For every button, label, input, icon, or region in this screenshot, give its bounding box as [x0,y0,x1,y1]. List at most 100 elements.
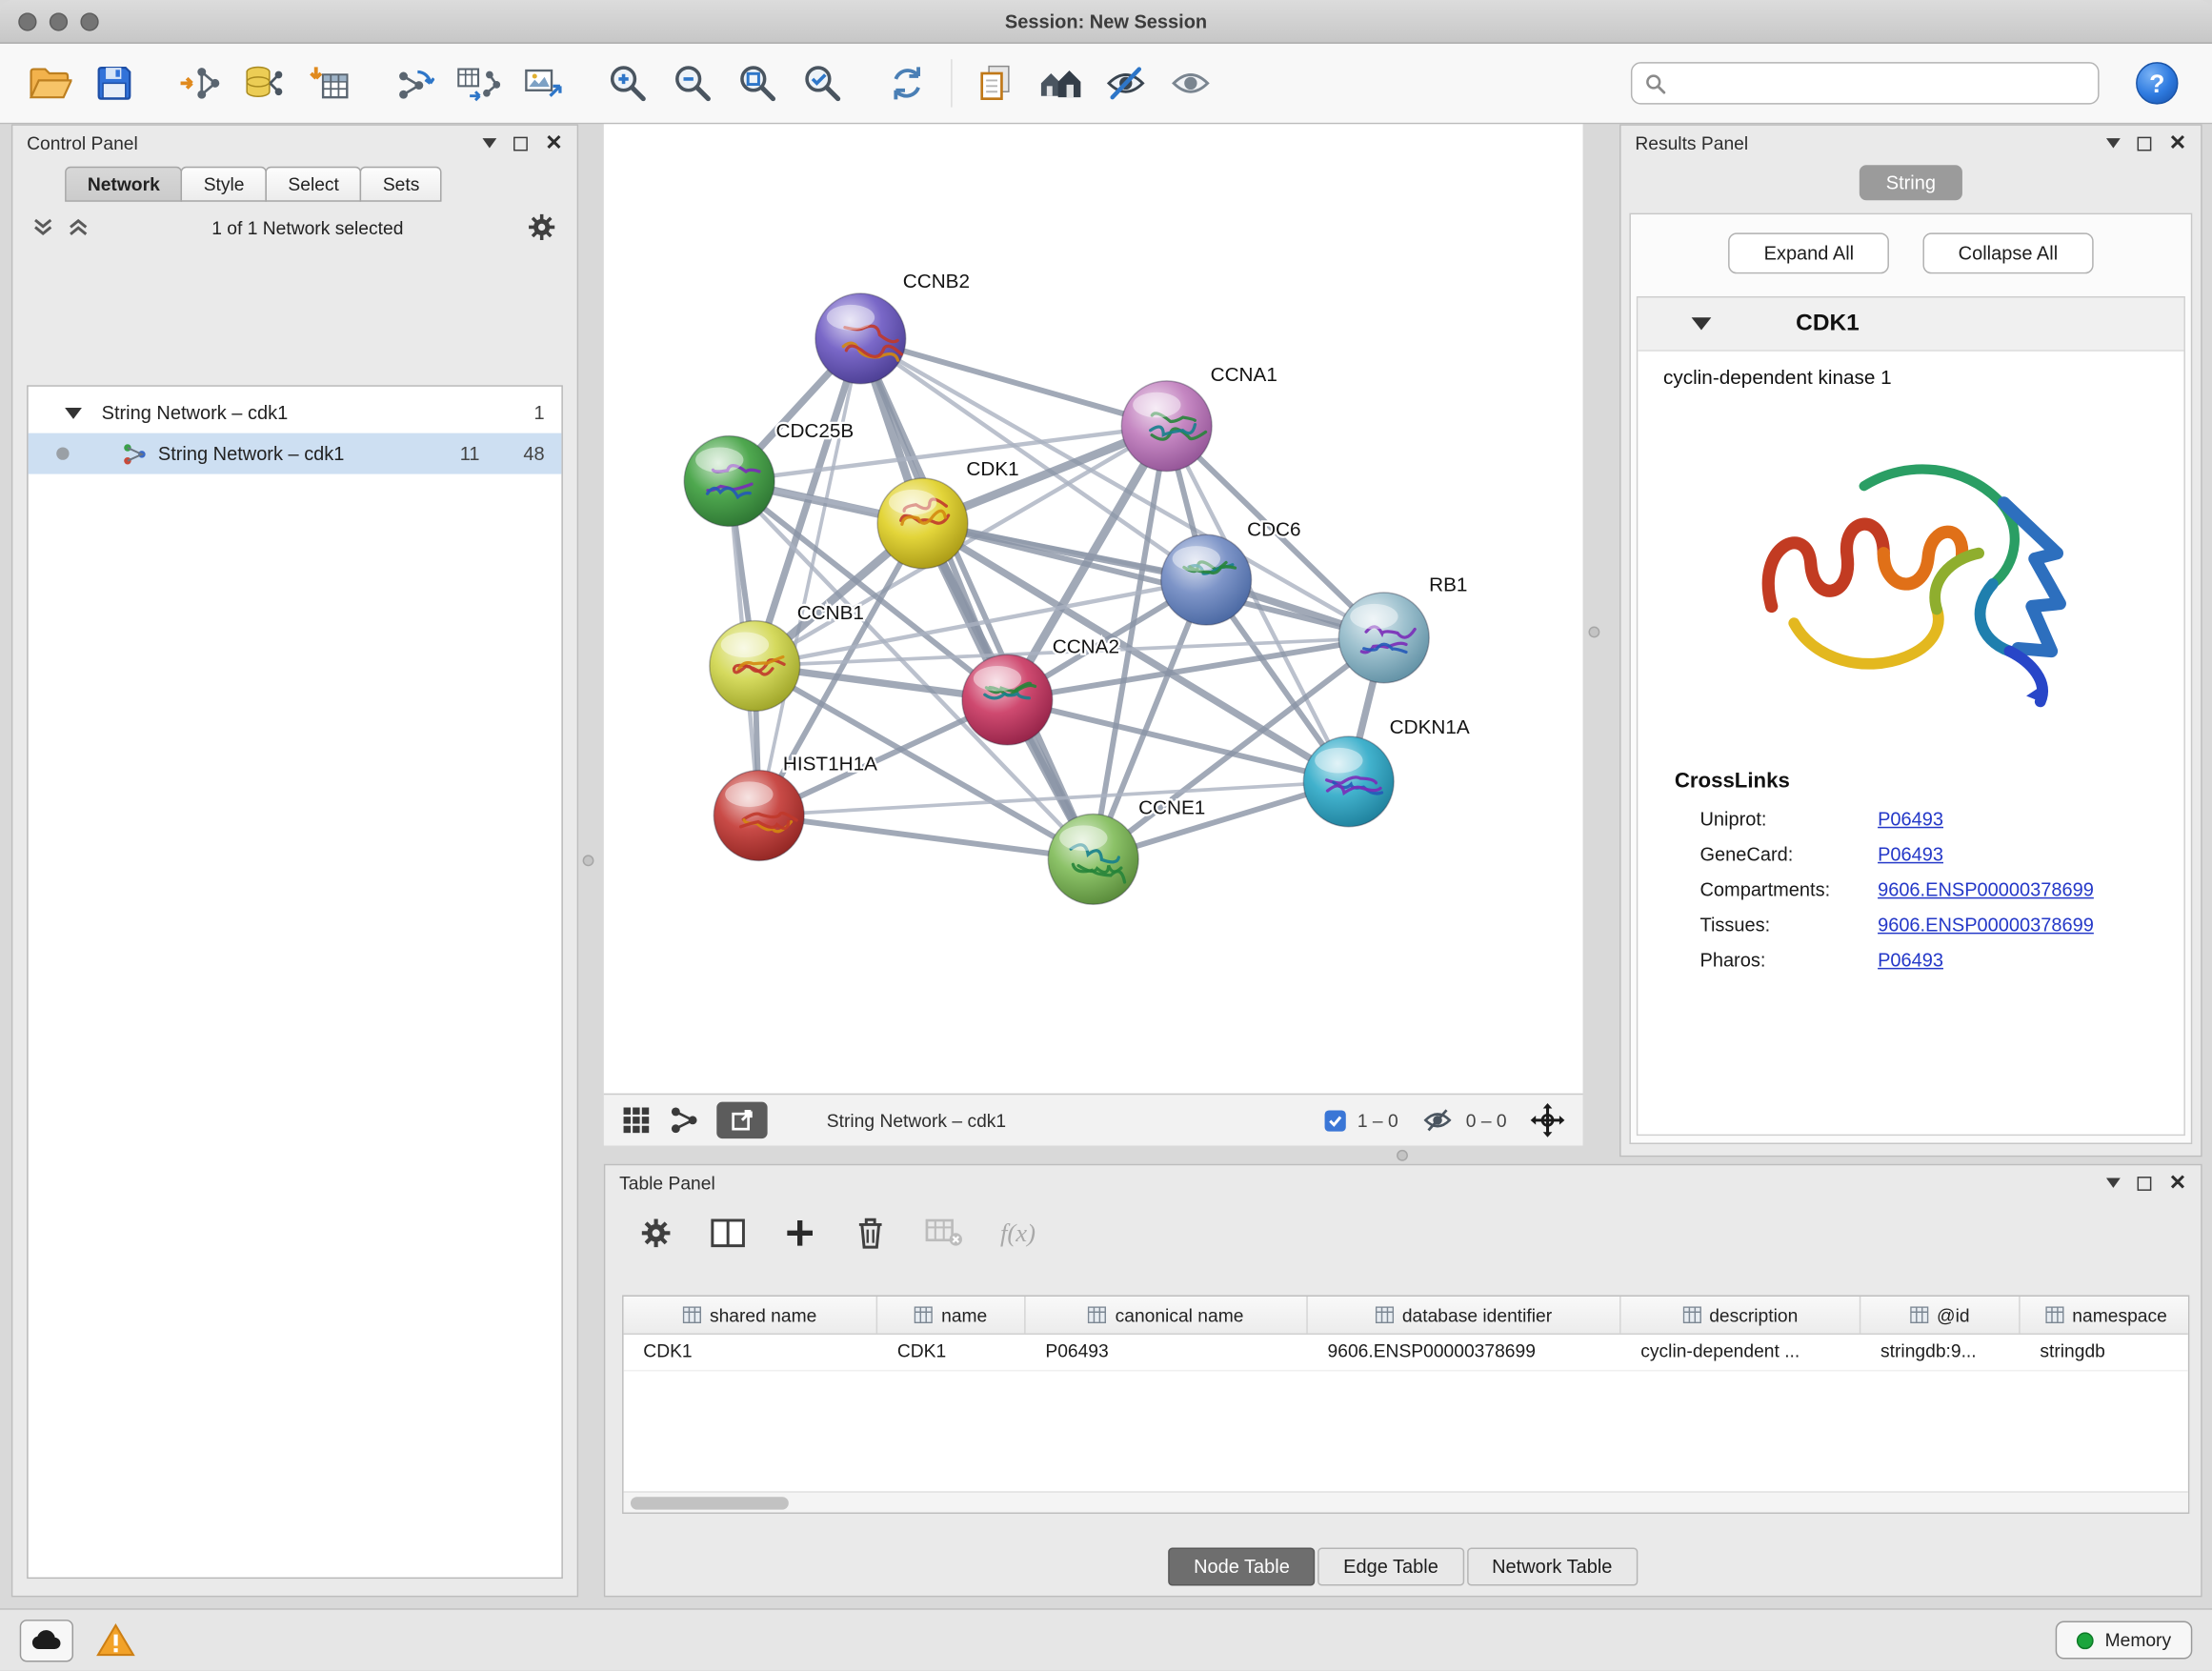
show-all-button[interactable] [1158,50,1223,115]
splitter-handle[interactable] [1397,1150,1408,1161]
tab-style[interactable]: Style [181,167,267,202]
gene-entry-header[interactable]: CDK1 [1638,297,2183,351]
tree-expand-caret-icon[interactable] [65,407,82,418]
panel-menu-icon[interactable] [2107,1178,2122,1188]
search-input[interactable] [1675,72,2085,93]
export-image-button[interactable] [511,50,575,115]
network-node-CCNB1[interactable]: CCNB1 [710,602,864,711]
network-canvas[interactable]: CCNB2CCNA1CDC25BCDK1CDC6RB1CCNB1CCNA2CDK… [604,124,1583,1093]
help-button[interactable]: ? [2124,50,2189,115]
memory-button[interactable]: Memory [2056,1621,2193,1660]
control-panel: Control Panel ✕ NetworkStyleSelectSets 1… [11,124,578,1597]
table-cell: CDK1 [624,1335,878,1370]
network-edge[interactable] [860,338,1093,858]
scrollbar-thumb[interactable] [631,1496,789,1508]
close-panel-icon[interactable]: ✕ [545,132,563,153]
tab-network-table[interactable]: Network Table [1466,1548,1638,1586]
table-settings-gear-icon[interactable] [639,1217,674,1251]
warning-icon[interactable] [96,1622,135,1658]
import-network-file-button[interactable] [167,50,231,115]
network-node-CDKN1A[interactable]: CDKN1A [1303,716,1470,827]
home-views-button[interactable] [1029,50,1094,115]
import-table-button[interactable] [296,50,361,115]
network-edge[interactable] [759,815,1094,859]
panel-menu-icon[interactable] [2107,138,2122,148]
delete-column-icon[interactable] [854,1215,888,1252]
column-header-name[interactable]: name [877,1297,1025,1334]
horizontal-scrollbar[interactable] [624,1491,2188,1512]
crosslink-link[interactable]: 9606.ENSP00000378699 [1878,879,2094,900]
hide-selected-button[interactable] [1094,50,1158,115]
column-header-shared-name[interactable]: shared name [624,1297,878,1334]
network-node-CCNB2[interactable]: CCNB2 [815,271,970,384]
network-graph[interactable]: CCNB2CCNA1CDC25BCDK1CDC6RB1CCNB1CCNA2CDK… [604,124,1583,1093]
zoom-fit-icon [736,62,778,104]
cloud-button[interactable] [20,1619,73,1661]
column-header-description[interactable]: description [1621,1297,1861,1334]
network-row[interactable]: String Network – cdk1 11 48 [29,433,562,474]
add-column-icon[interactable] [783,1217,817,1251]
gear-icon[interactable] [526,211,557,243]
crosslink-link[interactable]: P06493 [1878,844,1943,865]
birdseye-view-icon[interactable] [669,1105,700,1137]
column-header-database-identifier[interactable]: database identifier [1308,1297,1621,1334]
zoom-in-button[interactable] [595,50,660,115]
entry-collapse-caret-icon[interactable] [1692,317,1712,330]
import-network-database-button[interactable] [231,50,296,115]
search-box[interactable] [1631,62,2100,104]
zoom-out-button[interactable] [660,50,725,115]
protein-structure-image [1729,399,2093,749]
network-table-button[interactable] [446,50,511,115]
collapse-all-icon[interactable] [32,217,53,237]
table-row[interactable]: CDK1CDK1P064939606.ENSP00000378699cyclin… [624,1335,2188,1372]
crosslink-link[interactable]: P06493 [1878,809,1943,830]
save-session-button[interactable] [82,50,147,115]
network-node-RB1[interactable]: RB1 [1338,574,1467,682]
expand-all-button[interactable]: Expand All [1729,232,1890,273]
crosslink-link[interactable]: 9606.ENSP00000378699 [1878,915,2094,936]
tab-node-table[interactable]: Node Table [1168,1548,1315,1586]
zoom-fit-button[interactable] [725,50,790,115]
crosshair-move-icon[interactable] [1529,1102,1566,1139]
close-panel-icon[interactable]: ✕ [2169,132,2187,153]
network-collection-row[interactable]: String Network – cdk1 1 [29,393,562,433]
eye-icon [1168,64,1213,103]
clone-network-button[interactable] [381,50,446,115]
tab-select[interactable]: Select [266,167,362,202]
open-in-window-button[interactable] [716,1102,767,1139]
crosslink-link[interactable]: P06493 [1878,950,1943,971]
close-panel-icon[interactable]: ✕ [2169,1173,2187,1194]
control-panel-header: Control Panel ✕ [12,126,576,161]
network-edge[interactable] [759,338,861,815]
show-columns-icon[interactable] [710,1217,747,1251]
expand-all-icon[interactable] [68,217,89,237]
splitter-handle[interactable] [583,855,594,866]
network-node-CDK1[interactable]: CDK1 [877,458,1019,569]
panel-menu-icon[interactable] [483,138,497,148]
splitter-handle[interactable] [1588,627,1599,638]
tab-network[interactable]: Network [65,167,182,202]
tab-edge-table[interactable]: Edge Table [1317,1548,1463,1586]
network-node-HIST1H1A[interactable]: HIST1H1A [714,754,877,861]
selected-checkbox-icon[interactable] [1325,1110,1346,1131]
network-node-CCNA1[interactable]: CCNA1 [1121,364,1277,472]
string-results-tab[interactable]: String [1860,165,1963,200]
apply-layout-button[interactable] [875,50,939,115]
memory-label: Memory [2105,1629,2172,1650]
float-panel-icon[interactable] [514,136,529,151]
column-header-canonical-name[interactable]: canonical name [1026,1297,1308,1334]
column-header--id[interactable]: @id [1860,1297,2020,1334]
open-session-button[interactable] [17,50,82,115]
hidden-eye-icon[interactable] [1420,1106,1455,1135]
zoom-selected-button[interactable] [790,50,855,115]
node-label: CCNB1 [797,602,864,624]
network-edge[interactable] [860,338,1166,426]
float-panel-icon[interactable] [2138,136,2152,151]
duplicate-document-button[interactable] [963,50,1028,115]
grid-view-icon[interactable] [621,1105,653,1137]
collapse-all-button[interactable]: Collapse All [1923,232,2094,273]
float-panel-icon[interactable] [2138,1176,2152,1190]
column-header-namespace[interactable]: namespace [2021,1297,2190,1334]
tab-sets[interactable]: Sets [360,167,442,202]
memory-status-dot [2077,1632,2094,1649]
